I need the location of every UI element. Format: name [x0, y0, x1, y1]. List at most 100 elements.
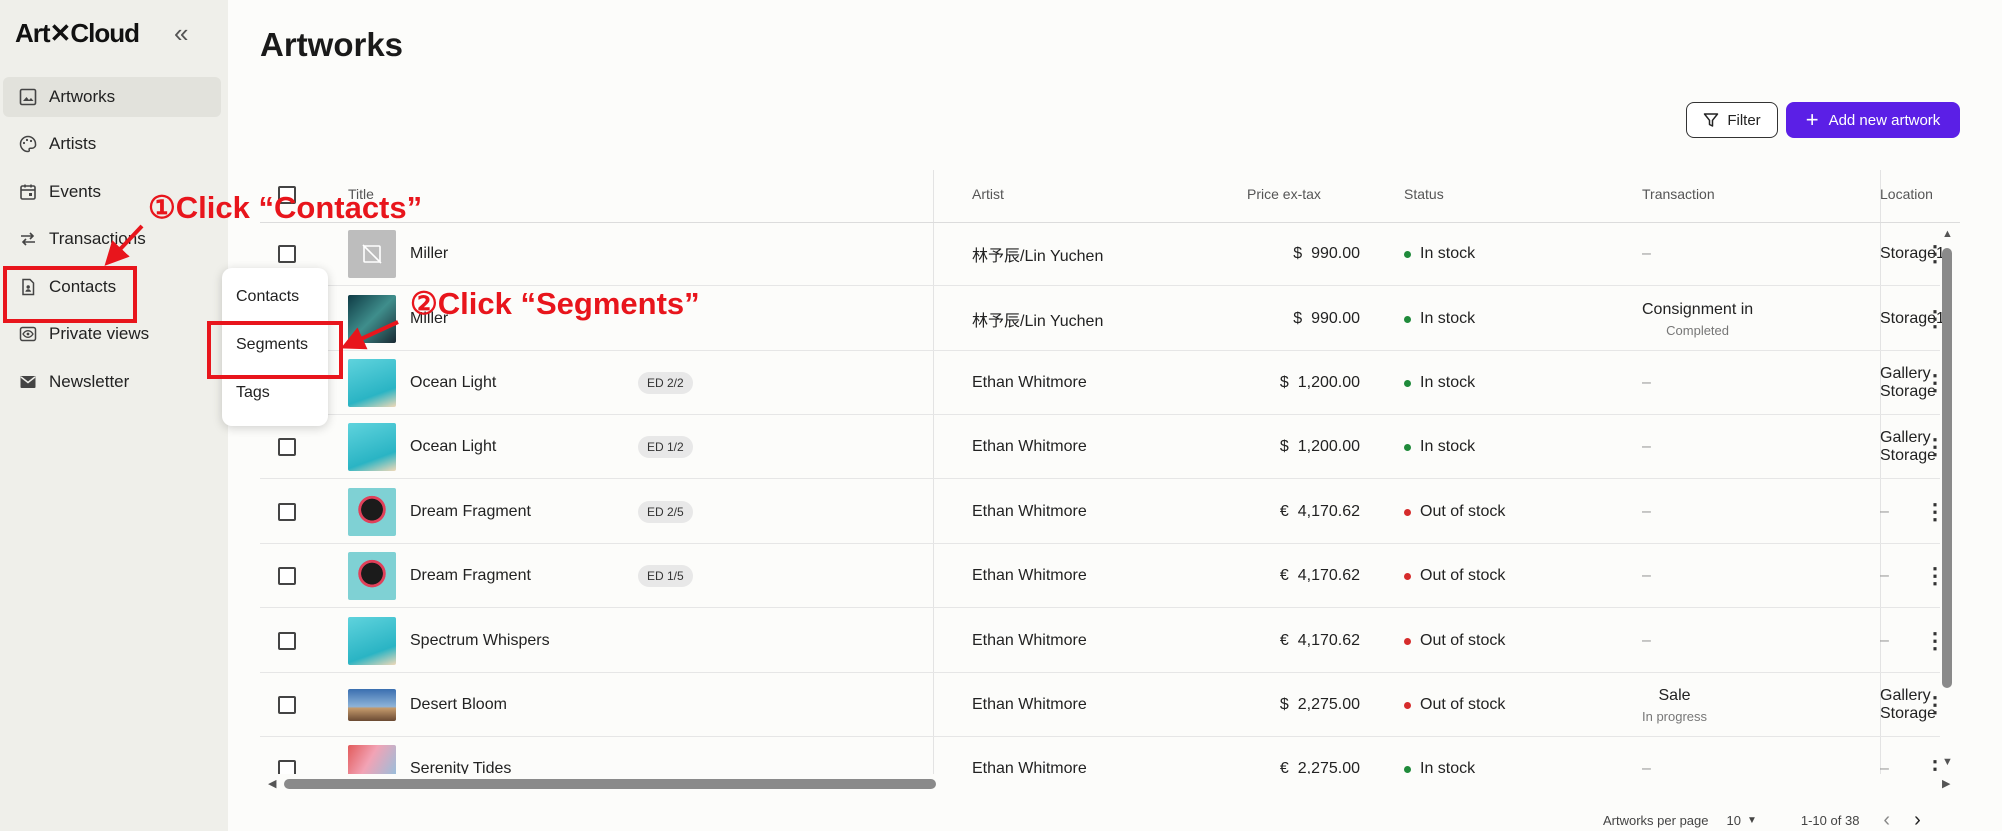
column-header-status[interactable]: Status — [1404, 186, 1444, 202]
sidebar-item-newsletter[interactable]: Newsletter — [3, 362, 221, 402]
artwork-title[interactable]: Dream Fragment — [410, 480, 531, 544]
no-image-icon — [362, 244, 382, 264]
row-checkbox[interactable] — [278, 544, 296, 608]
artworks-table: Title Artist Price ex-tax Status Transac… — [260, 170, 1960, 774]
artwork-title[interactable]: Ocean Light — [410, 351, 496, 415]
mail-icon — [17, 371, 39, 393]
artwork-title[interactable]: Ocean Light — [410, 415, 496, 479]
previous-page-icon[interactable]: ‹ — [1883, 809, 1890, 831]
page-title: Artworks — [260, 26, 404, 63]
artwork-price: € 4,170.62 — [1279, 503, 1360, 520]
scroll-down-icon[interactable]: ▼ — [1942, 756, 1953, 768]
highlight-box-contacts — [3, 266, 137, 323]
image-icon — [17, 86, 39, 108]
transaction-empty: – — [1642, 632, 1651, 649]
table-row[interactable]: Desert Bloom Ethan Whitmore $ 2,275.00 O… — [260, 673, 1946, 737]
filter-button[interactable]: Filter — [1686, 102, 1778, 138]
sidebar-item-label: Artworks — [49, 87, 116, 106]
artwork-thumbnail[interactable] — [348, 544, 396, 608]
artist-name: Ethan Whitmore — [972, 503, 1087, 520]
artwork-price: $ 990.00 — [1293, 245, 1360, 262]
status-badge: In stock — [1404, 351, 1475, 415]
vertical-scrollbar[interactable] — [1942, 248, 1952, 688]
artwork-price: € 4,170.62 — [1279, 632, 1360, 649]
main-content: Artworks Filter + Add new artwork Title … — [228, 0, 2002, 831]
per-page-select[interactable]: 10 ▼ — [1727, 813, 1757, 828]
submenu-item-tags[interactable]: Tags — [236, 384, 270, 402]
column-header-price[interactable]: Price ex-tax — [1247, 186, 1321, 202]
status-badge: Out of stock — [1404, 480, 1505, 544]
column-header-artist[interactable]: Artist — [972, 186, 1004, 202]
artwork-thumbnail[interactable] — [348, 480, 396, 544]
annotation-step-1: ①Click “Contacts” — [148, 190, 423, 225]
table-row[interactable]: Ocean Light ED 2/2 Ethan Whitmore $ 1,20… — [260, 351, 1946, 415]
row-checkbox[interactable] — [278, 609, 296, 673]
submenu-item-contacts[interactable]: Contacts — [236, 288, 299, 306]
eye-icon — [17, 323, 39, 345]
highlight-box-segments — [207, 321, 343, 379]
artwork-price: $ 1,200.00 — [1279, 438, 1360, 455]
column-header-transaction[interactable]: Transaction — [1642, 186, 1715, 202]
horizontal-scrollbar[interactable] — [284, 779, 936, 789]
status-badge: In stock — [1404, 415, 1475, 479]
artwork-price: $ 2,275.00 — [1279, 696, 1360, 713]
status-badge: In stock — [1404, 287, 1475, 351]
table-row[interactable]: Serenity Tides Ethan Whitmore € 2,275.00… — [260, 737, 1946, 774]
artist-name: Ethan Whitmore — [972, 760, 1087, 774]
transaction-info[interactable]: Sale In progress — [1642, 673, 1707, 737]
add-new-artwork-button[interactable]: + Add new artwork — [1786, 102, 1960, 138]
location: – — [1880, 760, 1889, 774]
artwork-thumbnail[interactable] — [348, 609, 396, 673]
app-logo[interactable]: Art✕Cloud — [15, 18, 140, 49]
transaction-info[interactable]: Consignment in Completed — [1642, 287, 1753, 351]
collapse-sidebar-icon[interactable]: « — [174, 20, 188, 46]
artwork-thumbnail[interactable] — [348, 673, 396, 737]
filter-icon — [1703, 112, 1719, 128]
next-page-icon[interactable]: › — [1914, 809, 1921, 831]
table-row[interactable]: Miller 林予辰/Lin Yuchen $ 990.00 In stock … — [260, 222, 1946, 286]
artwork-thumbnail[interactable] — [348, 737, 396, 774]
artwork-title[interactable]: Spectrum Whispers — [410, 609, 550, 673]
artwork-thumbnail[interactable] — [348, 351, 396, 415]
transaction-empty: – — [1642, 374, 1651, 391]
artwork-thumbnail[interactable] — [348, 287, 396, 351]
sidebar-item-label: Transactions — [49, 229, 146, 248]
artist-name: 林予辰/Lin Yuchen — [972, 248, 1104, 265]
row-checkbox[interactable] — [278, 480, 296, 544]
edition-badge: ED 2/2 — [638, 351, 693, 415]
sidebar-item-artists[interactable]: Artists — [3, 124, 221, 164]
artwork-thumbnail[interactable] — [348, 415, 396, 479]
edition-badge: ED 1/2 — [638, 415, 693, 479]
status-badge: Out of stock — [1404, 673, 1505, 737]
artist-name: Ethan Whitmore — [972, 696, 1087, 713]
row-checkbox[interactable] — [278, 673, 296, 737]
status-badge: In stock — [1404, 737, 1475, 774]
table-row[interactable]: Spectrum Whispers Ethan Whitmore € 4,170… — [260, 609, 1946, 673]
transaction-empty: – — [1642, 760, 1651, 774]
sidebar-item-artworks[interactable]: Artworks — [3, 77, 221, 117]
transaction-empty: – — [1642, 245, 1651, 262]
sidebar-item-label: Artists — [49, 134, 97, 153]
transaction-empty: – — [1642, 567, 1651, 584]
artist-name: 林予辰/Lin Yuchen — [972, 313, 1104, 330]
artwork-title[interactable]: Dream Fragment — [410, 544, 531, 608]
artwork-title[interactable]: Miller — [410, 222, 448, 286]
column-header-location[interactable]: Location — [1880, 186, 1933, 202]
artwork-title[interactable]: Desert Bloom — [410, 673, 507, 737]
table-row[interactable]: Ocean Light ED 1/2 Ethan Whitmore $ 1,20… — [260, 415, 1946, 479]
chevron-down-icon: ▼ — [1746, 814, 1757, 826]
scroll-up-icon[interactable]: ▲ — [1942, 228, 1953, 240]
scroll-left-icon[interactable]: ◀ — [268, 777, 276, 790]
status-badge: In stock — [1404, 222, 1475, 286]
table-row[interactable]: Dream Fragment ED 2/5 Ethan Whitmore € 4… — [260, 480, 1946, 544]
artwork-thumbnail[interactable] — [348, 222, 396, 286]
table-row[interactable]: Dream Fragment ED 1/5 Ethan Whitmore € 4… — [260, 544, 1946, 608]
artwork-title[interactable]: Serenity Tides — [410, 737, 511, 774]
row-checkbox[interactable] — [278, 737, 296, 774]
sidebar-item-label: Newsletter — [49, 372, 130, 391]
artwork-price: € 2,275.00 — [1279, 760, 1360, 774]
edition-badge: ED 2/5 — [638, 480, 693, 544]
transaction-empty: – — [1642, 503, 1651, 520]
scroll-right-icon[interactable]: ▶ — [1942, 777, 1950, 790]
artwork-price: € 4,170.62 — [1279, 567, 1360, 584]
